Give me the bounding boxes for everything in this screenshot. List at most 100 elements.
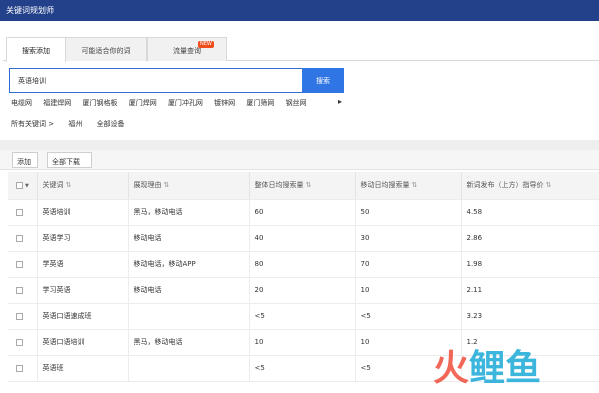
download-all-button-label: 全部下载 <box>52 158 80 166</box>
suggestion-item[interactable]: 厦门焊网 <box>129 99 157 107</box>
sort-icon[interactable]: ⇅ <box>306 181 312 189</box>
column-header-label: 新词发布（上方）指导价 <box>466 181 544 190</box>
table-row: 英语口语速成班 <5 <5 3.23 <box>8 303 599 330</box>
app-title-bar: 关键词规划师 <box>0 0 599 21</box>
search-button-label: 搜索 <box>316 77 330 85</box>
tab-traffic-query[interactable]: 流量查询 NEW <box>147 37 227 61</box>
reason-cell: 移动电话 <box>127 225 249 252</box>
row-checkbox[interactable] <box>16 364 23 372</box>
keyword-cell: 学英语 <box>36 251 128 278</box>
suggestion-item[interactable]: 电缆网 <box>11 99 32 107</box>
breadcrumb-location[interactable]: 福州 <box>68 120 82 128</box>
row-checkbox[interactable] <box>16 260 23 268</box>
chevron-down-icon[interactable]: ▼ <box>25 183 29 189</box>
column-header-label: 展现理由 <box>133 181 162 190</box>
app-title: 关键词规划师 <box>6 6 54 15</box>
reason-cell <box>127 303 249 330</box>
price-cell: 1.98 <box>460 251 599 278</box>
keyword-cell: 英语培训 <box>36 199 128 226</box>
total-searches-cell: 40 <box>248 225 355 252</box>
keyword-cell: 学习英语 <box>36 277 128 304</box>
mobile-searches-cell: 10 <box>354 277 461 304</box>
suggestion-item[interactable]: 镀锌网 <box>214 99 235 107</box>
table-row: 英语培训 黑马，移动电话 60 50 4.58 <box>8 199 599 226</box>
keyword-cell: 英语班 <box>36 355 128 382</box>
column-header-label: 整体日均搜索量 <box>254 181 304 190</box>
price-cell: 2.11 <box>460 277 599 304</box>
keyword-cell: 英语口语培训 <box>36 329 128 356</box>
new-badge: NEW <box>198 41 214 48</box>
suggestion-item[interactable]: 厦门冲孔网 <box>168 99 203 107</box>
watermark-char: 鱼 <box>505 348 541 386</box>
search-input-value: 英语培训 <box>18 77 46 85</box>
price-cell: 4.58 <box>460 199 599 226</box>
keyword-cell: 英语口语速成班 <box>36 303 128 330</box>
section-divider <box>0 140 599 150</box>
price-cell: 3.23 <box>460 303 599 330</box>
column-header-label: 移动日均搜索量 <box>360 181 410 190</box>
table-row: 英语学习 移动电话 40 30 2.86 <box>8 225 599 252</box>
mobile-searches-cell: 70 <box>354 251 461 278</box>
reason-cell <box>127 355 249 382</box>
reason-cell: 移动电话 <box>127 277 249 304</box>
sort-icon[interactable]: ⇅ <box>66 181 72 189</box>
tab-suggested-words[interactable]: 可能适合你的词 <box>65 37 147 61</box>
suggestion-item[interactable]: 福建焊网 <box>43 99 71 107</box>
search-input[interactable]: 英语培训 <box>9 68 303 93</box>
column-header-label: 关键词 <box>42 181 64 190</box>
tab-label: 流量查询 <box>173 47 201 55</box>
column-header-keyword[interactable]: 关键词 ⇅ <box>36 172 128 200</box>
watermark-char-1: 火鲤鱼 <box>433 348 541 386</box>
row-checkbox[interactable] <box>16 234 23 242</box>
mobile-searches-cell: 30 <box>354 225 461 252</box>
suggestion-list: 电缆网 福建焊网 厦门钢格板 厦门焊网 厦门冲孔网 镀锌网 厦门筛网 钢丝网 <box>11 98 345 108</box>
add-button-label: 添加 <box>17 158 31 166</box>
suggestion-item[interactable]: 钢丝网 <box>286 99 307 107</box>
download-all-button[interactable]: 全部下载 <box>47 152 92 168</box>
tab-label: 搜索添加 <box>22 47 50 55</box>
total-searches-cell: 60 <box>248 199 355 226</box>
table-row: 学英语 移动电话，移动APP 80 70 1.98 <box>8 251 599 278</box>
tab-bar: 搜索添加 可能适合你的词 流量查询 NEW <box>3 37 599 62</box>
table-header-row: ▼ 关键词 ⇅ 展现理由 ⇅ 整体日均搜索量 ⇅ 移动日均搜索量 ⇅ 新词发布（上方）指… <box>8 172 599 200</box>
add-button[interactable]: 添加 <box>12 152 38 168</box>
column-header-reason[interactable]: 展现理由 ⇅ <box>127 172 249 200</box>
watermark-char: 鲤 <box>469 348 505 386</box>
keyword-cell: 英语学习 <box>36 225 128 252</box>
total-searches-cell: <5 <box>248 303 355 330</box>
watermark-char: 火 <box>433 348 469 386</box>
tab-label: 可能适合你的词 <box>81 47 131 55</box>
total-searches-cell: 20 <box>248 277 355 304</box>
price-cell: 2.86 <box>460 225 599 252</box>
total-searches-cell: 80 <box>248 251 355 278</box>
select-all-header[interactable]: ▼ <box>8 172 37 200</box>
scroll-right-icon[interactable]: ▸ <box>338 97 346 107</box>
reason-cell: 移动电话，移动APP <box>127 251 249 278</box>
column-header-mobile-searches[interactable]: 移动日均搜索量 ⇅ <box>354 172 461 200</box>
total-searches-cell: <5 <box>248 355 355 382</box>
row-checkbox[interactable] <box>16 338 23 346</box>
sort-icon[interactable]: ⇅ <box>164 181 170 189</box>
sort-icon[interactable]: ⇅ <box>546 181 552 189</box>
mobile-searches-cell: 50 <box>354 199 461 226</box>
column-header-price[interactable]: 新词发布（上方）指导价 ⇅ <box>460 172 599 200</box>
row-checkbox[interactable] <box>16 312 23 320</box>
select-all-checkbox[interactable] <box>16 181 23 189</box>
breadcrumb-scope[interactable]: 所有关键词 > <box>11 120 54 128</box>
table-toolbar: 添加 全部下载 <box>0 150 599 170</box>
mobile-searches-cell: <5 <box>354 303 461 330</box>
reason-cell: 黑马，移动电话 <box>127 199 249 226</box>
breadcrumb-device[interactable]: 全部设备 <box>97 120 125 128</box>
total-searches-cell: 10 <box>248 329 355 356</box>
reason-cell: 黑马，移动电话 <box>127 329 249 356</box>
search-button[interactable]: 搜索 <box>302 68 344 93</box>
row-checkbox[interactable] <box>16 208 23 216</box>
search-bar: 英语培训 搜索 <box>9 68 344 93</box>
tab-search-add[interactable]: 搜索添加 <box>6 37 66 62</box>
suggestion-item[interactable]: 厦门钢格板 <box>82 99 117 107</box>
column-header-total-searches[interactable]: 整体日均搜索量 ⇅ <box>248 172 355 200</box>
suggestion-item[interactable]: 厦门筛网 <box>246 99 274 107</box>
table-row: 学习英语 移动电话 20 10 2.11 <box>8 277 599 304</box>
sort-icon[interactable]: ⇅ <box>412 181 418 189</box>
row-checkbox[interactable] <box>16 286 23 294</box>
